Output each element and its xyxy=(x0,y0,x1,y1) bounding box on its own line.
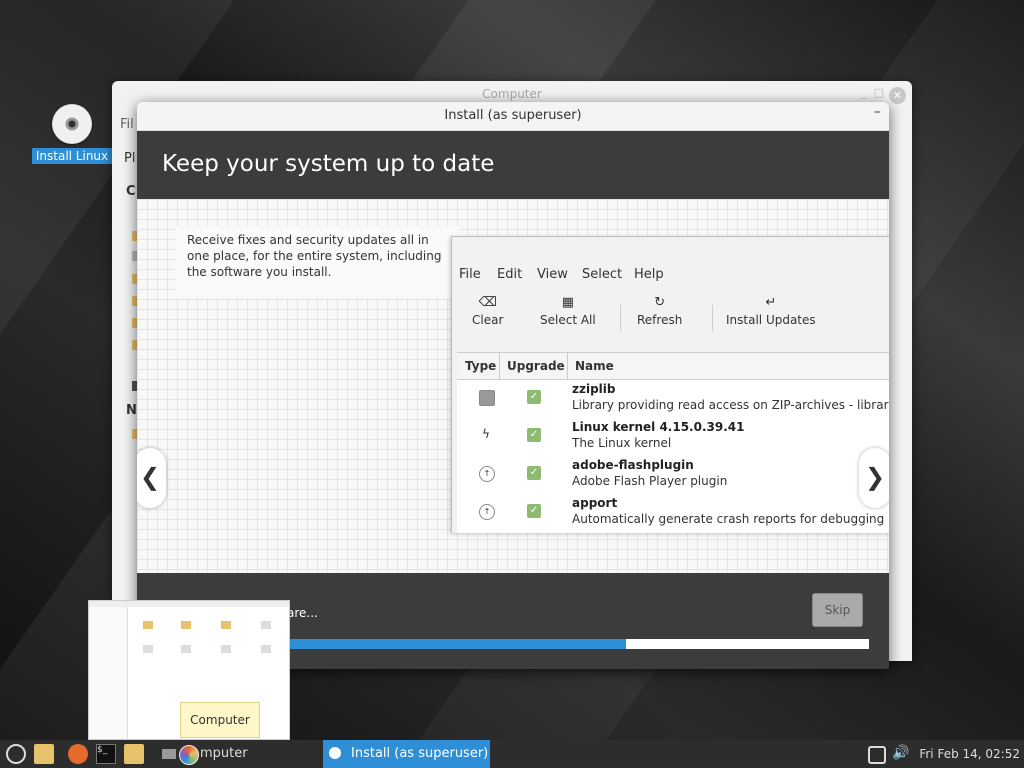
select-all-icon: ▦ xyxy=(561,295,574,310)
next-slide-button[interactable]: ❯ xyxy=(859,448,889,508)
firefox-icon[interactable] xyxy=(68,744,88,764)
volume-icon[interactable]: 🔊 xyxy=(892,745,909,761)
disc-icon xyxy=(52,104,92,144)
tooltip: Computer xyxy=(180,702,260,738)
page-title: Keep your system up to date xyxy=(162,151,495,177)
update-manager-screenshot: File Edit View Select Help ⌫ Clear ▦ Sel… xyxy=(451,236,889,533)
taskbar-item-computer[interactable]: mputer xyxy=(162,740,318,768)
slide-area: Receive fixes and security updates all i… xyxy=(137,199,889,573)
taskbar: $_ mputer Install (as superuser) 🔊 Fri F… xyxy=(0,740,1024,768)
thumbnail-sidebar xyxy=(89,607,128,739)
header: Keep your system up to date xyxy=(137,131,889,199)
backspace-icon: ⌫ xyxy=(478,295,497,310)
progress-fill xyxy=(277,639,627,649)
drive-icon xyxy=(261,645,271,653)
disc-icon xyxy=(329,747,341,759)
minimize-button[interactable]: – xyxy=(874,104,881,120)
menu-file[interactable]: Fil xyxy=(120,117,134,132)
list-header: Type Upgrade Name xyxy=(457,353,889,380)
minimize-icon[interactable]: _ xyxy=(861,86,867,99)
slide-description: Receive fixes and security updates all i… xyxy=(175,226,459,298)
column-type: Type xyxy=(465,359,497,373)
previous-slide-button[interactable]: ❮ xyxy=(137,448,166,508)
install-window: Install (as superuser) – Keep your syste… xyxy=(137,102,889,669)
refresh-icon: ↻ xyxy=(654,295,666,310)
menu-view: View xyxy=(537,267,568,282)
return-icon: ↵ xyxy=(765,295,777,310)
toolbar-separator xyxy=(712,305,713,331)
maximize-icon[interactable]: □ xyxy=(874,86,884,99)
package-name: adobe-flashplugin xyxy=(572,458,694,472)
terminal-icon[interactable]: $_ xyxy=(96,744,116,764)
toolbar-separator xyxy=(620,305,621,331)
lightning-icon: ϟ xyxy=(482,427,490,441)
tray-icon[interactable] xyxy=(868,746,886,764)
toolbar-clear: ⌫ Clear xyxy=(472,295,504,327)
drive-icon xyxy=(221,645,231,653)
column-separator xyxy=(567,353,568,379)
up-arrow-icon: ↑ xyxy=(479,466,495,482)
column-separator xyxy=(499,353,500,379)
package-description: Automatically generate crash reports for… xyxy=(572,512,885,526)
column-name: Name xyxy=(575,359,614,373)
places-toggle[interactable]: Pl xyxy=(124,151,135,166)
menu-help: Help xyxy=(634,267,664,282)
toolbar-install-updates: ↵ Install Updates xyxy=(726,295,816,327)
drive-icon xyxy=(181,645,191,653)
clock[interactable]: Fri Feb 14, 02:52 xyxy=(919,747,1020,761)
files-icon[interactable] xyxy=(124,744,144,764)
upgrade-checkbox: ✓ xyxy=(527,428,541,442)
menu-select: Select xyxy=(582,267,623,282)
computer-icon xyxy=(162,749,176,759)
desktop-icon-label: Install Linux xyxy=(31,148,113,164)
sidebar-section-network: N xyxy=(126,403,137,418)
window-title: Install (as superuser) xyxy=(444,108,582,123)
taskbar-item-install[interactable]: Install (as superuser) xyxy=(323,740,490,768)
shield-icon xyxy=(479,390,495,406)
sidebar-section-computer: C xyxy=(126,184,136,199)
progress-bar xyxy=(277,639,869,649)
status-text: are... xyxy=(287,606,318,620)
package-name: zziplib xyxy=(572,382,616,396)
column-upgrade: Upgrade xyxy=(507,359,565,373)
desktop-icon-install-linux[interactable]: Install Linux xyxy=(30,104,114,164)
upgrade-checkbox: ✓ xyxy=(527,466,541,480)
window-title: Computer xyxy=(482,87,542,101)
folder-icon xyxy=(221,621,231,629)
close-icon[interactable]: ✕ xyxy=(889,87,906,104)
toolbar-select-all: ▦ Select All xyxy=(540,295,596,327)
package-name: apport xyxy=(572,496,618,510)
drive-icon xyxy=(143,645,153,653)
upgrade-checkbox: ✓ xyxy=(527,390,541,404)
mint-menu-icon[interactable] xyxy=(6,744,26,764)
package-description: Adobe Flash Player plugin xyxy=(572,474,728,488)
skip-button[interactable]: Skip xyxy=(812,593,863,627)
menu-file: File xyxy=(459,267,481,282)
title-bar: Install (as superuser) – xyxy=(137,102,889,131)
update-list: Type Upgrade Name ✓ zziplib Library prov… xyxy=(457,352,889,533)
folder-icon[interactable] xyxy=(34,744,54,764)
package-name: Linux kernel 4.15.0.39.41 xyxy=(572,420,745,434)
menu-edit: Edit xyxy=(497,267,523,282)
up-arrow-icon: ↑ xyxy=(479,504,495,520)
upgrade-checkbox: ✓ xyxy=(527,504,541,518)
color-picker-icon xyxy=(179,745,199,765)
toolbar-refresh: ↻ Refresh xyxy=(637,295,683,327)
package-description: The Linux kernel xyxy=(572,436,672,450)
folder-icon xyxy=(143,621,153,629)
package-description: Library providing read access on ZIP-arc… xyxy=(572,398,889,412)
folder-icon xyxy=(181,621,191,629)
drive-icon xyxy=(261,621,271,629)
